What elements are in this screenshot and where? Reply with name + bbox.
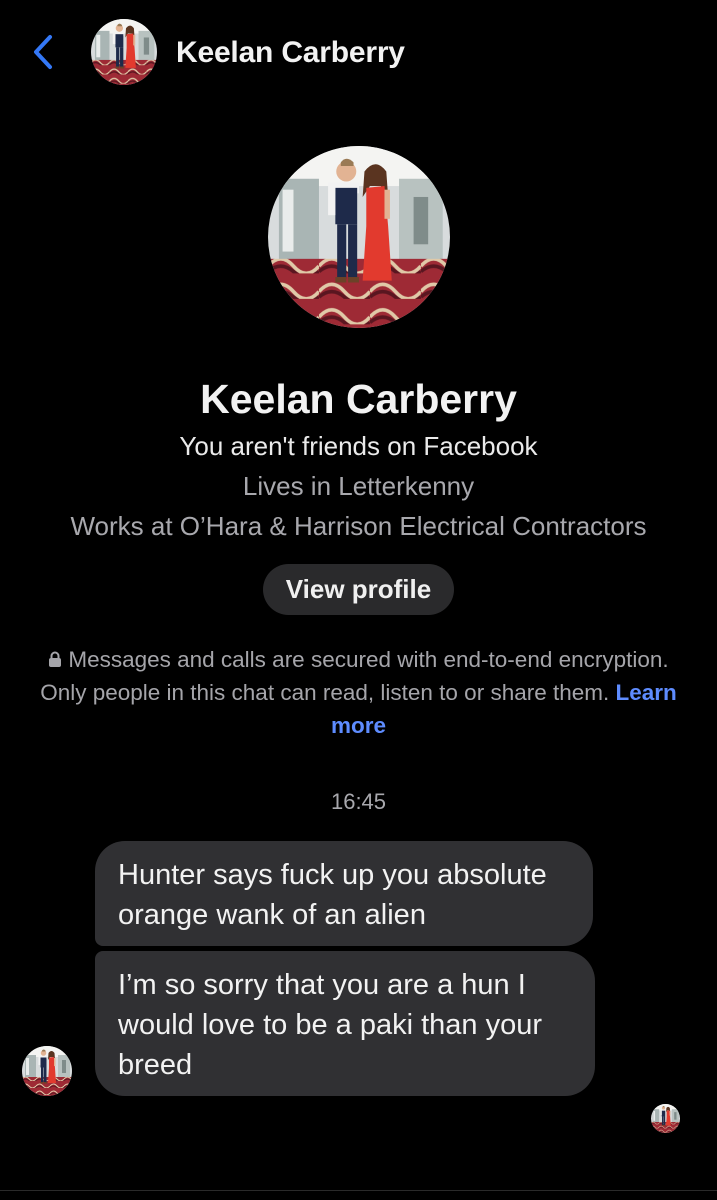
lives-in: Lives in Letterkenny: [242, 471, 475, 501]
profile-name: Keelan Carberry: [200, 376, 517, 422]
works-at: Works at O’Hara & Harrison Electrical Co…: [70, 511, 647, 541]
profile-photo: [268, 146, 450, 328]
divider: [0, 1190, 717, 1191]
header-avatar[interactable]: [91, 19, 157, 85]
encryption-text: Messages and calls are secured with end-…: [40, 647, 669, 705]
back-button[interactable]: [26, 30, 60, 74]
friendship-status: You aren't friends on Facebook: [179, 431, 538, 461]
chevron-left-icon: [32, 34, 54, 70]
view-profile-button[interactable]: View profile: [263, 564, 454, 615]
read-receipt-avatar: [651, 1104, 680, 1133]
message-bubble[interactable]: I’m so sorry that you are a hun I would …: [95, 951, 595, 1096]
encryption-notice: Messages and calls are secured with end-…: [30, 643, 687, 742]
header-title[interactable]: Keelan Carberry: [176, 32, 405, 74]
sender-avatar[interactable]: [22, 1046, 72, 1096]
lock-icon: [48, 651, 62, 668]
message-timestamp: 16:45: [330, 789, 387, 814]
message-bubble[interactable]: Hunter says fuck up you absolute orange …: [95, 841, 593, 946]
